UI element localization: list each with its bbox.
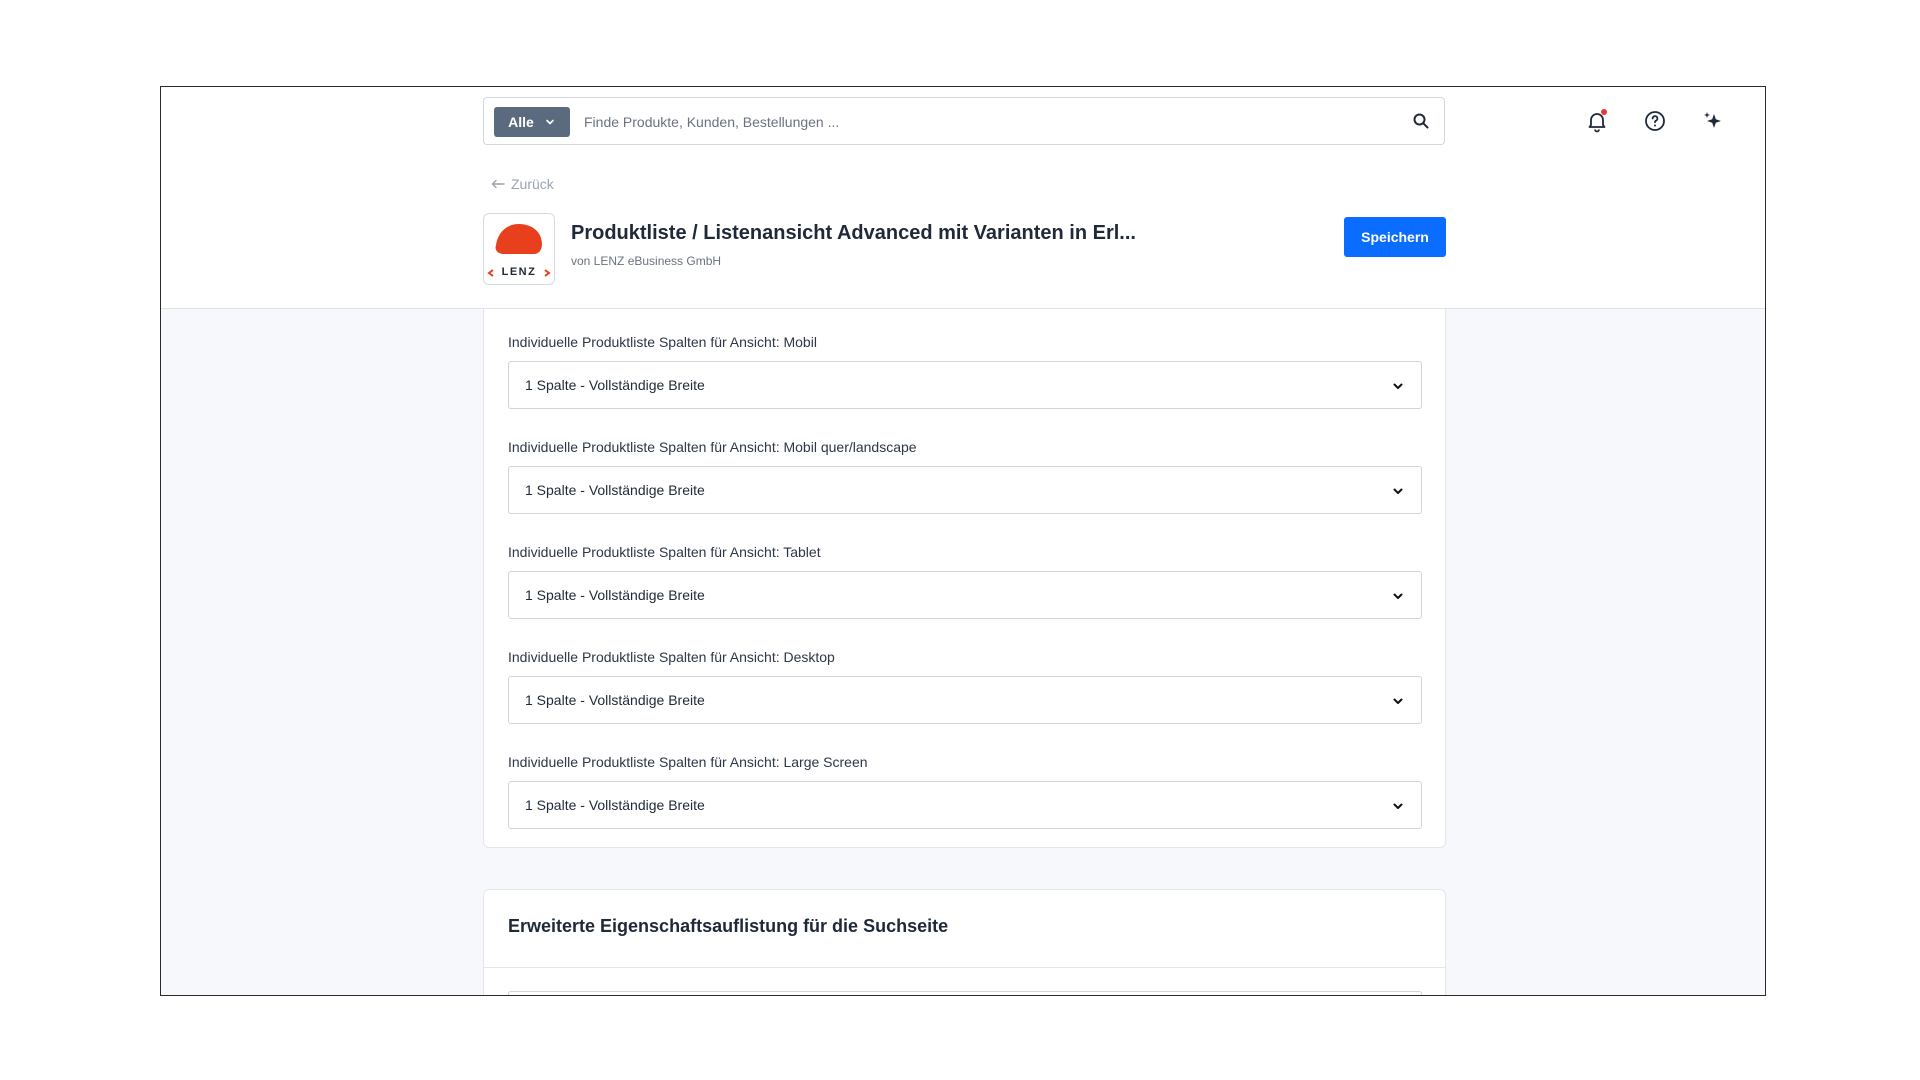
search-input[interactable] [582, 106, 1386, 138]
field-tablet: Individuelle Produktliste Spalten für An… [508, 544, 1422, 619]
chevron-down-icon [1391, 589, 1405, 603]
chevron-down-icon [1391, 799, 1405, 813]
search-scope-dropdown[interactable]: Alle [494, 107, 570, 137]
chevron-down-icon [1391, 484, 1405, 498]
page-header: Zurück LENZ Produktliste / Listenansicht… [161, 160, 1765, 309]
app-logo: LENZ [483, 213, 555, 285]
select-tablet[interactable]: 1 Spalte - Vollständige Breite [508, 571, 1422, 619]
select-value: 1 Spalte - Vollständige Breite [525, 377, 705, 393]
select-value: 1 Spalte - Vollständige Breite [525, 692, 705, 708]
product-list-columns-card: Individuelle Produktliste Spalten für An… [483, 309, 1446, 848]
select-value: 1 Spalte - Vollständige Breite [525, 587, 705, 603]
select-desktop[interactable]: 1 Spalte - Vollständige Breite [508, 676, 1422, 724]
save-button[interactable]: Speichern [1344, 217, 1446, 257]
field-label: Individuelle Produktliste Spalten für An… [508, 544, 821, 560]
chevron-down-icon [1391, 379, 1405, 393]
top-bar: Alle [161, 87, 1765, 161]
select-large-screen[interactable]: 1 Spalte - Vollständige Breite [508, 781, 1422, 829]
back-link-label: Zurück [511, 176, 554, 192]
notifications-bell-icon[interactable] [1585, 109, 1609, 133]
select-value: 1 Spalte - Vollständige Breite [525, 797, 705, 813]
field-desktop: Individuelle Produktliste Spalten für An… [508, 649, 1422, 724]
select-value: 1 Spalte - Vollständige Breite [525, 482, 705, 498]
field-label: Individuelle Produktliste Spalten für An… [508, 334, 817, 350]
field-label: Individuelle Produktliste Spalten für An… [508, 649, 835, 665]
ai-sparkle-icon[interactable] [1701, 109, 1725, 133]
logo-text: LENZ [502, 266, 537, 278]
select-partially-visible[interactable] [508, 991, 1422, 995]
settings-content[interactable]: Individuelle Produktliste Spalten für An… [161, 309, 1765, 995]
top-icons [1585, 109, 1725, 133]
section-divider [484, 967, 1445, 968]
search-icon[interactable] [1412, 112, 1430, 130]
page-subtitle: von LENZ eBusiness GmbH [571, 254, 722, 268]
field-mobile-landscape: Individuelle Produktliste Spalten für An… [508, 439, 1422, 514]
field-label: Individuelle Produktliste Spalten für An… [508, 439, 917, 455]
field-mobile: Individuelle Produktliste Spalten für An… [508, 334, 1422, 409]
help-icon[interactable] [1643, 109, 1667, 133]
section-title: Erweiterte Eigenschaftsauflistung für di… [508, 916, 949, 936]
chevron-down-icon [1391, 694, 1405, 708]
select-mobile-landscape[interactable]: 1 Spalte - Vollständige Breite [508, 466, 1422, 514]
search-scope-label: Alle [508, 114, 534, 130]
field-label: Individuelle Produktliste Spalten für An… [508, 754, 868, 770]
page-title: Produktliste / Listenansicht Advanced mi… [571, 222, 1136, 244]
search-page-properties-card: Erweiterte Eigenschaftsauflistung für di… [483, 889, 1446, 995]
back-link[interactable]: Zurück [491, 176, 554, 192]
chevron-down-icon [544, 116, 556, 128]
global-search: Alle [483, 97, 1445, 145]
select-mobile[interactable]: 1 Spalte - Vollständige Breite [508, 361, 1422, 409]
notification-dot [1601, 109, 1607, 115]
arrow-left-icon [491, 176, 505, 192]
app-window: Alle Finde Produkte, Kunden, Bestellunge… [160, 86, 1766, 996]
field-large-screen: Individuelle Produktliste Spalten für An… [508, 754, 1422, 829]
